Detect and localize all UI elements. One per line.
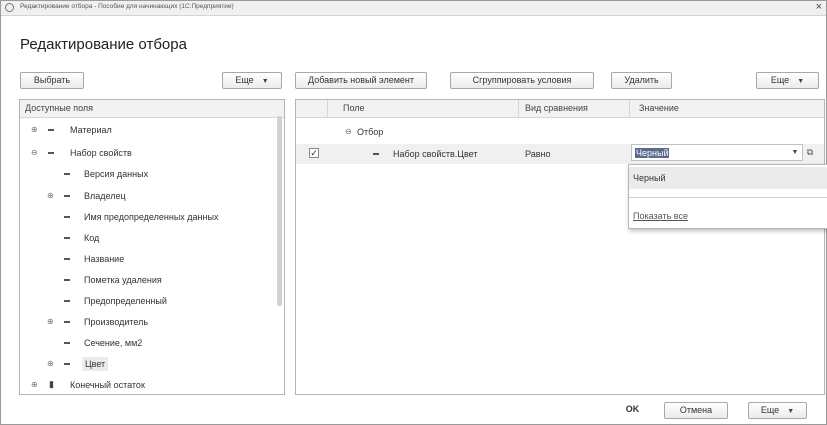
fields-header: Доступные поля [20,100,284,118]
dash-icon [64,300,70,302]
dash-icon [64,173,70,175]
available-fields-tree[interactable]: Доступные поля ⊕ Материал ⊖ Набор свойст… [19,99,285,395]
dash-icon [48,129,54,131]
cancel-label: Отмена [679,405,713,415]
expand-icon[interactable]: ⊕ [47,191,54,200]
ok-button[interactable]: OK [610,402,655,419]
expand-icon[interactable]: ⊕ [47,317,54,326]
dash-icon [48,152,54,154]
filter-group-row[interactable]: ⊖ Отбор [296,122,824,142]
tree-item-label: Пометка удаления [84,275,162,285]
tree-item[interactable]: ⊕ Владелец [20,186,284,206]
ok-label: OK [625,404,640,414]
column-divider [327,100,328,117]
dash-icon [64,216,70,218]
column-divider [518,100,519,117]
group-conditions-button[interactable]: Сгруппировать условия [450,72,594,89]
dropdown-chevron-icon[interactable]: ▼ [787,144,803,161]
column-comparison[interactable]: Вид сравнения [525,103,588,113]
collapse-icon[interactable]: ⊖ [31,148,38,157]
tree-item[interactable]: ⊕ Материал [20,120,284,140]
left-more-button[interactable]: Еще ▼ [222,72,282,89]
dash-icon [64,195,70,197]
filter-edit-window: Редактирование отбора - Пособие для начи… [0,0,827,425]
expand-icon[interactable]: ⊕ [47,359,54,368]
dash-icon [64,363,70,365]
tree-item[interactable]: Имя предопределенных данных [20,207,284,227]
tree-item-label: Материал [70,125,112,135]
app-1c-icon [5,3,14,12]
chevron-down-icon: ▼ [261,78,269,85]
add-element-button[interactable]: Добавить новый элемент [295,72,427,89]
column-field[interactable]: Поле [343,103,365,113]
tree-item-label: Предопределенный [84,296,167,306]
close-icon[interactable]: × [816,1,822,14]
tree-item[interactable]: Пометка удаления [20,270,284,290]
value-input-text[interactable]: Черный [635,148,670,158]
tree-item-label: Конечный остаток [70,380,145,390]
resource-icon: ▮ [49,379,54,389]
form-title: Редактирование отбора [20,36,187,53]
dash-icon [64,237,70,239]
delete-button[interactable]: Удалить [611,72,672,89]
window-title: Редактирование отбора - Пособие для начи… [20,3,234,10]
dash-icon [64,321,70,323]
column-divider [629,100,630,117]
dash-icon [64,342,70,344]
footer-more-label: Еще [760,405,780,415]
dropdown-divider [629,197,827,198]
tree-item-label: Код [84,233,100,243]
collapse-icon[interactable]: ⊖ [345,127,352,136]
footer-more-button[interactable]: Еще ▼ [748,402,807,419]
tree-item-label: Владелец [84,191,126,201]
add-element-label: Добавить новый элемент [308,75,414,85]
dropdown-option[interactable]: Черный [629,167,827,189]
cancel-button[interactable]: Отмена [664,402,728,419]
right-more-button[interactable]: Еще ▼ [756,72,819,89]
filter-field-value[interactable]: Набор свойств.Цвет [393,149,477,159]
dash-icon [64,279,70,281]
title-bar: Редактирование отбора - Пособие для начи… [1,1,826,16]
dash-icon [373,153,379,155]
column-value[interactable]: Значение [639,103,679,113]
delete-label: Удалить [624,75,659,85]
value-input[interactable]: Черный [631,144,803,161]
tree-item[interactable]: ⊕ Производитель [20,312,284,332]
tree-item-label: Набор свойств [70,148,132,158]
tree-item-label: Название [84,254,125,264]
expand-icon[interactable]: ⊕ [31,125,38,134]
chevron-down-icon: ▼ [797,78,805,85]
tree-item[interactable]: Предопределенный [20,291,284,311]
tree-item-label: Производитель [84,317,149,327]
tree-item[interactable]: Код [20,228,284,248]
filter-group-label: Отбор [357,127,384,137]
tree-item-label: Версия данных [84,169,149,179]
tree-item[interactable]: Название [20,249,284,269]
chevron-down-icon: ▼ [787,408,795,415]
filter-comparison-value[interactable]: Равно [525,149,550,159]
tree-item-label: Сечение, мм2 [84,338,143,348]
dropdown-option-label: Черный [633,173,666,183]
fields-header-label: Доступные поля [25,103,94,113]
tree-item[interactable]: Сечение, мм2 [20,333,284,353]
group-conditions-label: Сгруппировать условия [472,75,572,85]
show-all-link[interactable]: Показать все [633,211,688,221]
right-more-label: Еще [770,75,790,85]
tree-item-selected[interactable]: ⊕ Цвет [20,354,284,374]
tree-item-label: Цвет [82,357,109,371]
filter-table-header: Поле Вид сравнения Значение [296,100,824,118]
value-dropdown-list: Черный Показать все [628,164,827,229]
open-lookup-icon[interactable]: ⧉ [803,144,817,161]
dash-icon [64,258,70,260]
tree-item-label: Имя предопределенных данных [84,212,219,222]
tree-item[interactable]: ⊖ Набор свойств [20,143,284,163]
tree-item[interactable]: Версия данных [20,164,284,184]
use-checkbox[interactable]: ✓ [309,148,319,158]
select-button[interactable]: Выбрать [20,72,84,89]
left-more-label: Еще [235,75,254,85]
select-button-label: Выбрать [33,75,71,85]
tree-item[interactable]: ⊕ ▮ Конечный остаток [20,375,284,394]
expand-icon[interactable]: ⊕ [31,380,38,389]
